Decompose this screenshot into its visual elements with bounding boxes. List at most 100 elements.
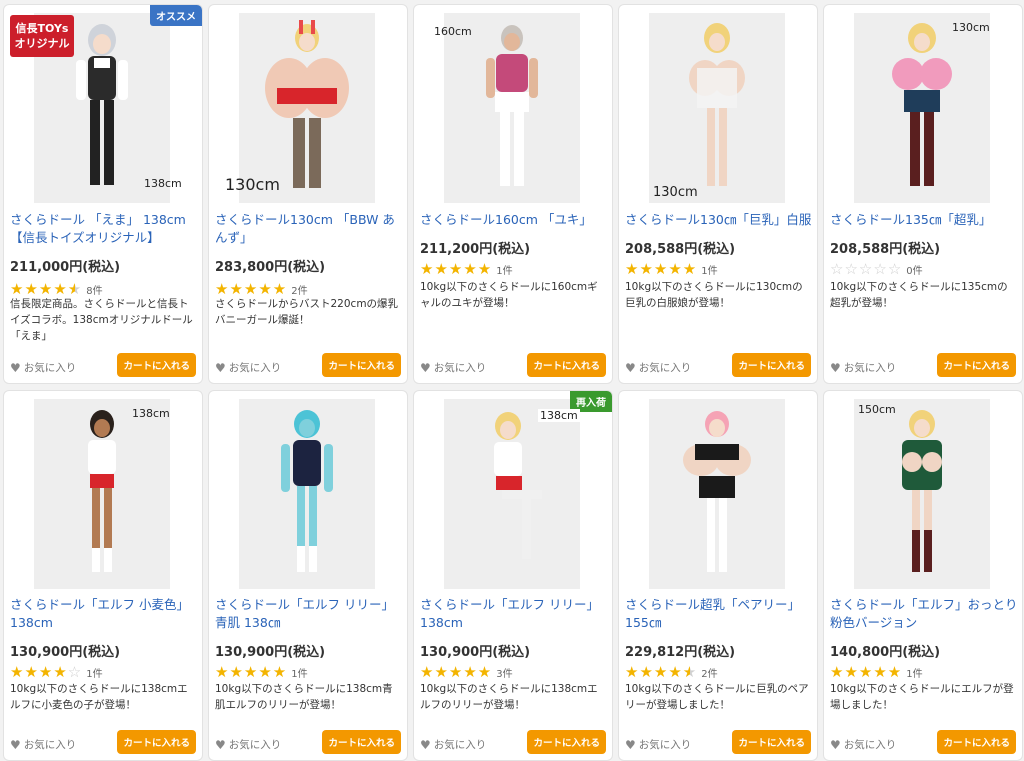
star-rating-icon: ★★★★★	[625, 260, 698, 278]
product-card[interactable]: 150cm さくらドール「エルフ」おっとり粉色バージョン 140,800円(税込…	[823, 390, 1023, 761]
favorite-button[interactable]: ♥ お気に入り	[625, 360, 691, 375]
add-to-cart-button[interactable]: カートに入れる	[322, 353, 401, 377]
product-image[interactable]	[239, 399, 375, 589]
add-to-cart-button[interactable]: カートに入れる	[732, 730, 811, 754]
size-label: 160cm	[434, 25, 472, 38]
product-description: 10kg以下のさくらドールに138cmエルフに小麦色の子が登場！	[10, 683, 188, 711]
doll-figure-icon	[281, 410, 333, 572]
product-title-link[interactable]: さくらドール130cm 「BBW あんず」	[215, 211, 403, 247]
heart-icon: ♥	[10, 737, 21, 752]
heart-icon: ♥	[10, 360, 21, 375]
product-card[interactable]: 130cm さくらドール130cm 「BBW あんず」 283,800円(税込)…	[208, 4, 408, 384]
size-label: 138cm	[132, 407, 170, 420]
product-card[interactable]: 信長TOYs オリジナル オススメ 138cm さくらドール 「えま」 138c…	[3, 4, 203, 384]
product-price: 130,900円(税込)	[10, 645, 121, 660]
heart-icon: ♥	[625, 360, 636, 375]
product-price: 130,900円(税込)	[420, 645, 531, 660]
product-image[interactable]	[854, 399, 990, 589]
favorite-button[interactable]: ♥ お気に入り	[10, 360, 76, 375]
product-price: 211,000円(税込)	[10, 260, 121, 275]
star-rating-icon: ★★★★☆	[10, 663, 83, 681]
product-title-link[interactable]: さくらドール135㎝「超乳」	[830, 211, 1018, 229]
add-to-cart-button[interactable]: カートに入れる	[527, 353, 606, 377]
product-price: 229,812円(税込)	[625, 645, 736, 660]
product-card[interactable]: 再入荷 138cm さくらドール「エルフ リリー」138cm 130,900円(…	[413, 390, 613, 761]
product-price: 140,800円(税込)	[830, 645, 941, 660]
product-description: さくらドールからバスト220cmの爆乳バニーガール爆誕！	[215, 298, 399, 326]
rating: ☆☆☆☆☆ 0件	[830, 260, 923, 278]
favorite-button[interactable]: ♥ お気に入り	[830, 360, 896, 375]
heart-icon: ♥	[420, 360, 431, 375]
add-to-cart-button[interactable]: カートに入れる	[527, 730, 606, 754]
product-image[interactable]	[444, 13, 580, 203]
rating: ★★★★★ 1件	[830, 663, 923, 681]
star-rating-icon: ★★★★★	[625, 663, 698, 681]
product-card[interactable]: 130cm さくらドール130㎝「巨乳」白服 208,588円(税込) ★★★★…	[618, 4, 818, 384]
heart-icon: ♥	[625, 737, 636, 752]
product-title-link[interactable]: さくらドール「エルフ リリー」青肌 138㎝	[215, 596, 403, 632]
doll-figure-icon	[88, 410, 116, 572]
product-card[interactable]: 160cm さくらドール160cm 「ユキ」 211,200円(税込) ★★★★…	[413, 4, 613, 384]
product-description: 10kg以下のさくらドールに巨乳のペアリーが登場しました！	[625, 683, 809, 711]
favorite-button[interactable]: ♥ お気に入り	[830, 737, 896, 752]
heart-icon: ♥	[830, 737, 841, 752]
brand-logo: 信長TOYs オリジナル	[10, 15, 74, 57]
review-count: 2件	[701, 668, 718, 680]
product-image[interactable]	[854, 13, 990, 203]
heart-icon: ♥	[215, 360, 226, 375]
add-to-cart-button[interactable]: カートに入れる	[322, 730, 401, 754]
product-price: 283,800円(税込)	[215, 260, 326, 275]
product-card[interactable]: 130cm さくらドール135㎝「超乳」 208,588円(税込) ☆☆☆☆☆ …	[823, 4, 1023, 384]
favorite-button[interactable]: ♥ お気に入り	[10, 737, 76, 752]
product-title-link[interactable]: さくらドール130㎝「巨乳」白服	[625, 211, 813, 229]
favorite-button[interactable]: ♥ お気に入り	[215, 737, 281, 752]
product-description: 10kg以下のさくらドールに138cmエルフのリリーが登場！	[420, 683, 598, 711]
product-title-link[interactable]: さくらドール「エルフ リリー」138cm	[420, 596, 608, 632]
product-price: 211,200円(税込)	[420, 242, 531, 257]
doll-figure-icon	[892, 23, 952, 186]
review-count: 1件	[496, 265, 513, 277]
favorite-button[interactable]: ♥ お気に入り	[215, 360, 281, 375]
product-title-link[interactable]: さくらドール 「えま」 138cm【信長トイズオリジナル】	[10, 211, 198, 247]
review-count: 1件	[701, 265, 718, 277]
doll-figure-icon	[265, 20, 349, 188]
size-label: 138cm	[538, 409, 580, 422]
star-rating-icon: ★★★★★	[215, 663, 288, 681]
product-description: 10kg以下のさくらドールに130cmの巨乳の白服娘が登場！	[625, 281, 803, 309]
rating: ★★★★★ 2件	[625, 663, 718, 681]
review-count: 1件	[906, 668, 923, 680]
recommended-badge: オススメ	[150, 5, 202, 26]
product-image[interactable]	[649, 399, 785, 589]
add-to-cart-button[interactable]: カートに入れる	[117, 730, 196, 754]
product-description: 10kg以下のさくらドールに135cmの超乳が登場！	[830, 281, 1008, 309]
review-count: 1件	[291, 668, 308, 680]
add-to-cart-button[interactable]: カートに入れる	[937, 730, 1016, 754]
product-title-link[interactable]: さくらドール160cm 「ユキ」	[420, 211, 608, 229]
product-card[interactable]: さくらドール超乳「ペアリー」155㎝ 229,812円(税込) ★★★★★ 2件…	[618, 390, 818, 761]
size-label: 138cm	[144, 177, 182, 190]
product-image[interactable]	[34, 399, 170, 589]
review-count: 0件	[906, 265, 923, 277]
product-title-link[interactable]: さくらドール「エルフ」おっとり粉色バージョン	[830, 596, 1018, 632]
add-to-cart-button[interactable]: カートに入れる	[117, 353, 196, 377]
add-to-cart-button[interactable]: カートに入れる	[732, 353, 811, 377]
heart-icon: ♥	[215, 737, 226, 752]
product-image[interactable]	[649, 13, 785, 203]
favorite-button[interactable]: ♥ お気に入り	[625, 737, 691, 752]
favorite-button[interactable]: ♥ お気に入り	[420, 737, 486, 752]
product-description: 信長限定商品。さくらドールと信長トイズコラボ。138cmオリジナルドール「えま」	[10, 298, 193, 342]
product-title-link[interactable]: さくらドール「エルフ 小麦色」138cm	[10, 596, 198, 632]
product-card[interactable]: 138cm さくらドール「エルフ 小麦色」138cm 130,900円(税込) …	[3, 390, 203, 761]
star-rating-icon: ★★★★★	[830, 663, 903, 681]
favorite-button[interactable]: ♥ お気に入り	[420, 360, 486, 375]
doll-figure-icon	[683, 411, 751, 572]
heart-icon: ♥	[420, 737, 431, 752]
product-title-link[interactable]: さくらドール超乳「ペアリー」155㎝	[625, 596, 813, 632]
star-rating-icon: ☆☆☆☆☆	[830, 260, 903, 278]
product-card[interactable]: さくらドール「エルフ リリー」青肌 138㎝ 130,900円(税込) ★★★★…	[208, 390, 408, 761]
product-description: 10kg以下のさくらドールに160cmギャルのユキが登場！	[420, 281, 598, 309]
add-to-cart-button[interactable]: カートに入れる	[937, 353, 1016, 377]
doll-figure-icon	[486, 25, 538, 186]
rating: ★★★★☆ 1件	[10, 663, 103, 681]
product-image[interactable]	[444, 399, 580, 589]
